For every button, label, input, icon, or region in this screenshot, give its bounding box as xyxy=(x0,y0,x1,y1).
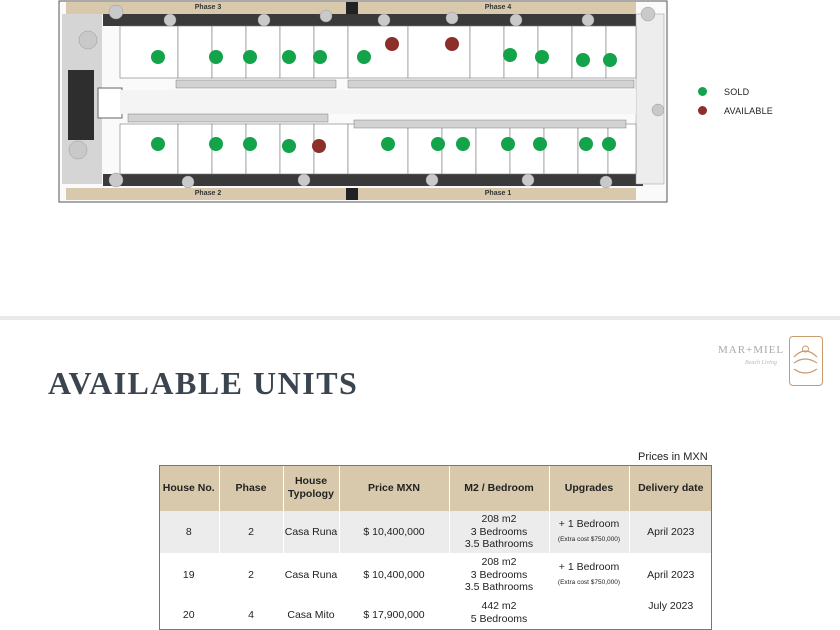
unit-status-dot[interactable] xyxy=(603,53,617,67)
table-header-row: House No. Phase House Typology Price MXN… xyxy=(159,465,712,511)
unit-status-dot[interactable] xyxy=(151,137,165,151)
unit-status-dot[interactable] xyxy=(282,139,296,153)
typology-cell: Casa Mito xyxy=(283,597,340,630)
phase-cell: 2 xyxy=(219,511,284,553)
brand-logo-icon xyxy=(789,336,823,386)
available-units-table: House No. Phase House Typology Price MXN… xyxy=(159,465,712,630)
upgrade-value: + 1 Bedroom xyxy=(558,560,620,573)
house-number-cell: 8 xyxy=(159,511,220,553)
price-cell: $ 10,400,000 xyxy=(339,553,450,597)
delivery-date-cell: April 2023 xyxy=(629,511,712,553)
m2-bedroom-cell: 442 m2 5 Bedrooms xyxy=(449,597,550,630)
available-marker-icon xyxy=(698,106,707,115)
upgrades-cell xyxy=(549,597,630,630)
bedrooms-value: 5 Bedrooms xyxy=(470,612,528,625)
phase-cell: 4 xyxy=(219,597,284,630)
table-row[interactable]: 8 2 Casa Runa $ 10,400,000 208 m2 3 Bedr… xyxy=(159,511,712,553)
page-title: AVAILABLE UNITS xyxy=(48,365,359,401)
price-cell: $ 17,900,000 xyxy=(339,597,450,630)
unit-status-dot[interactable] xyxy=(503,48,517,62)
unit-status-dot[interactable] xyxy=(456,137,470,151)
available-units-slide: MAR+MIEL Beach Living AVAILABLE UNITS Pr… xyxy=(0,320,840,630)
unit-status-dot[interactable] xyxy=(445,37,459,51)
legend-label: AVAILABLE xyxy=(724,105,773,116)
site-plan-drawing xyxy=(58,0,668,203)
upgrades-cell: + 1 Bedroom (Extra cost $750,000) xyxy=(549,553,630,597)
house-number-cell: 20 xyxy=(159,597,220,630)
unit-status-dot[interactable] xyxy=(533,137,547,151)
unit-status-dot[interactable] xyxy=(431,137,445,151)
legend-label: SOLD xyxy=(724,86,750,97)
phase-3-label: Phase 3 xyxy=(194,4,222,11)
price-cell: $ 10,400,000 xyxy=(339,511,450,553)
unit-status-dot[interactable] xyxy=(357,50,371,64)
house-number-cell: 19 xyxy=(159,553,220,597)
legend-item-sold: SOLD xyxy=(698,82,773,101)
brand-logo-subtitle: Beach Living xyxy=(745,360,777,366)
m2-value: 442 m2 xyxy=(481,600,517,612)
delivery-date-cell: April 2023 xyxy=(629,553,712,597)
unit-status-dot[interactable] xyxy=(282,50,296,64)
unit-status-dot[interactable] xyxy=(385,37,399,51)
m2-value: 208 m2 xyxy=(481,556,517,569)
unit-status-dot[interactable] xyxy=(535,50,549,64)
unit-status-dot[interactable] xyxy=(209,50,223,64)
unit-status-dot[interactable] xyxy=(381,137,395,151)
m2-bedroom-cell: 208 m2 3 Bedrooms 3.5 Bathrooms xyxy=(449,511,550,553)
unit-status-dot[interactable] xyxy=(312,139,326,153)
unit-status-dot[interactable] xyxy=(243,50,257,64)
brand-logo-text: MAR+MIEL xyxy=(718,344,785,356)
bedrooms-value: 3 Bedrooms xyxy=(470,525,528,538)
column-header: House Typology xyxy=(283,465,340,511)
m2-value: 208 m2 xyxy=(481,513,517,526)
unit-status-dot[interactable] xyxy=(313,50,327,64)
unit-status-dot[interactable] xyxy=(576,53,590,67)
column-header: Price MXN xyxy=(339,465,450,511)
unit-status-dot[interactable] xyxy=(579,137,593,151)
column-header: M2 / Bedroom xyxy=(449,465,550,511)
unit-status-dot[interactable] xyxy=(209,137,223,151)
unit-status-dot[interactable] xyxy=(501,137,515,151)
currency-note: Prices in MXN xyxy=(638,451,708,463)
table-row[interactable]: 20 4 Casa Mito $ 17,900,000 442 m2 5 Bed… xyxy=(159,597,712,630)
typology-cell: Casa Runa xyxy=(283,511,340,553)
phase-1-label: Phase 1 xyxy=(484,190,512,197)
unit-status-dot[interactable] xyxy=(151,50,165,64)
typology-cell: Casa Runa xyxy=(283,553,340,597)
legend-item-available: AVAILABLE xyxy=(698,101,773,120)
bedrooms-value: 3 Bedrooms xyxy=(470,568,528,581)
phase-cell: 2 xyxy=(219,553,284,597)
phase-2-label: Phase 2 xyxy=(194,190,222,197)
unit-status-dot[interactable] xyxy=(243,137,257,151)
table-row[interactable]: 19 2 Casa Runa $ 10,400,000 208 m2 3 Bed… xyxy=(159,553,712,597)
upgrade-cost-note: (Extra cost $750,000) xyxy=(557,536,621,543)
column-header: House No. xyxy=(159,465,220,511)
column-header: Upgrades xyxy=(549,465,630,511)
phase-4-label: Phase 4 xyxy=(484,4,512,11)
delivery-date-cell: July 2023 xyxy=(629,597,712,630)
sold-marker-icon xyxy=(698,87,707,96)
site-plan: Phase 3 Phase 4 Phase 2 Phase 1 xyxy=(58,0,670,204)
m2-bedroom-cell: 208 m2 3 Bedrooms 3.5 Bathrooms xyxy=(449,553,550,597)
bathrooms-value: 3.5 Bathrooms xyxy=(464,538,534,551)
unit-status-dot[interactable] xyxy=(602,137,616,151)
upgrade-cost-note: (Extra cost $750,000) xyxy=(557,579,621,586)
bathrooms-value: 3.5 Bathrooms xyxy=(464,581,534,594)
upgrade-value: + 1 Bedroom xyxy=(558,517,620,530)
site-plan-slide: Phase 3 Phase 4 Phase 2 Phase 1 SOLD AVA… xyxy=(0,0,840,316)
column-header: Phase xyxy=(219,465,284,511)
column-header: Delivery date xyxy=(629,465,712,511)
status-legend: SOLD AVAILABLE xyxy=(698,82,773,120)
upgrades-cell: + 1 Bedroom (Extra cost $750,000) xyxy=(549,511,630,553)
